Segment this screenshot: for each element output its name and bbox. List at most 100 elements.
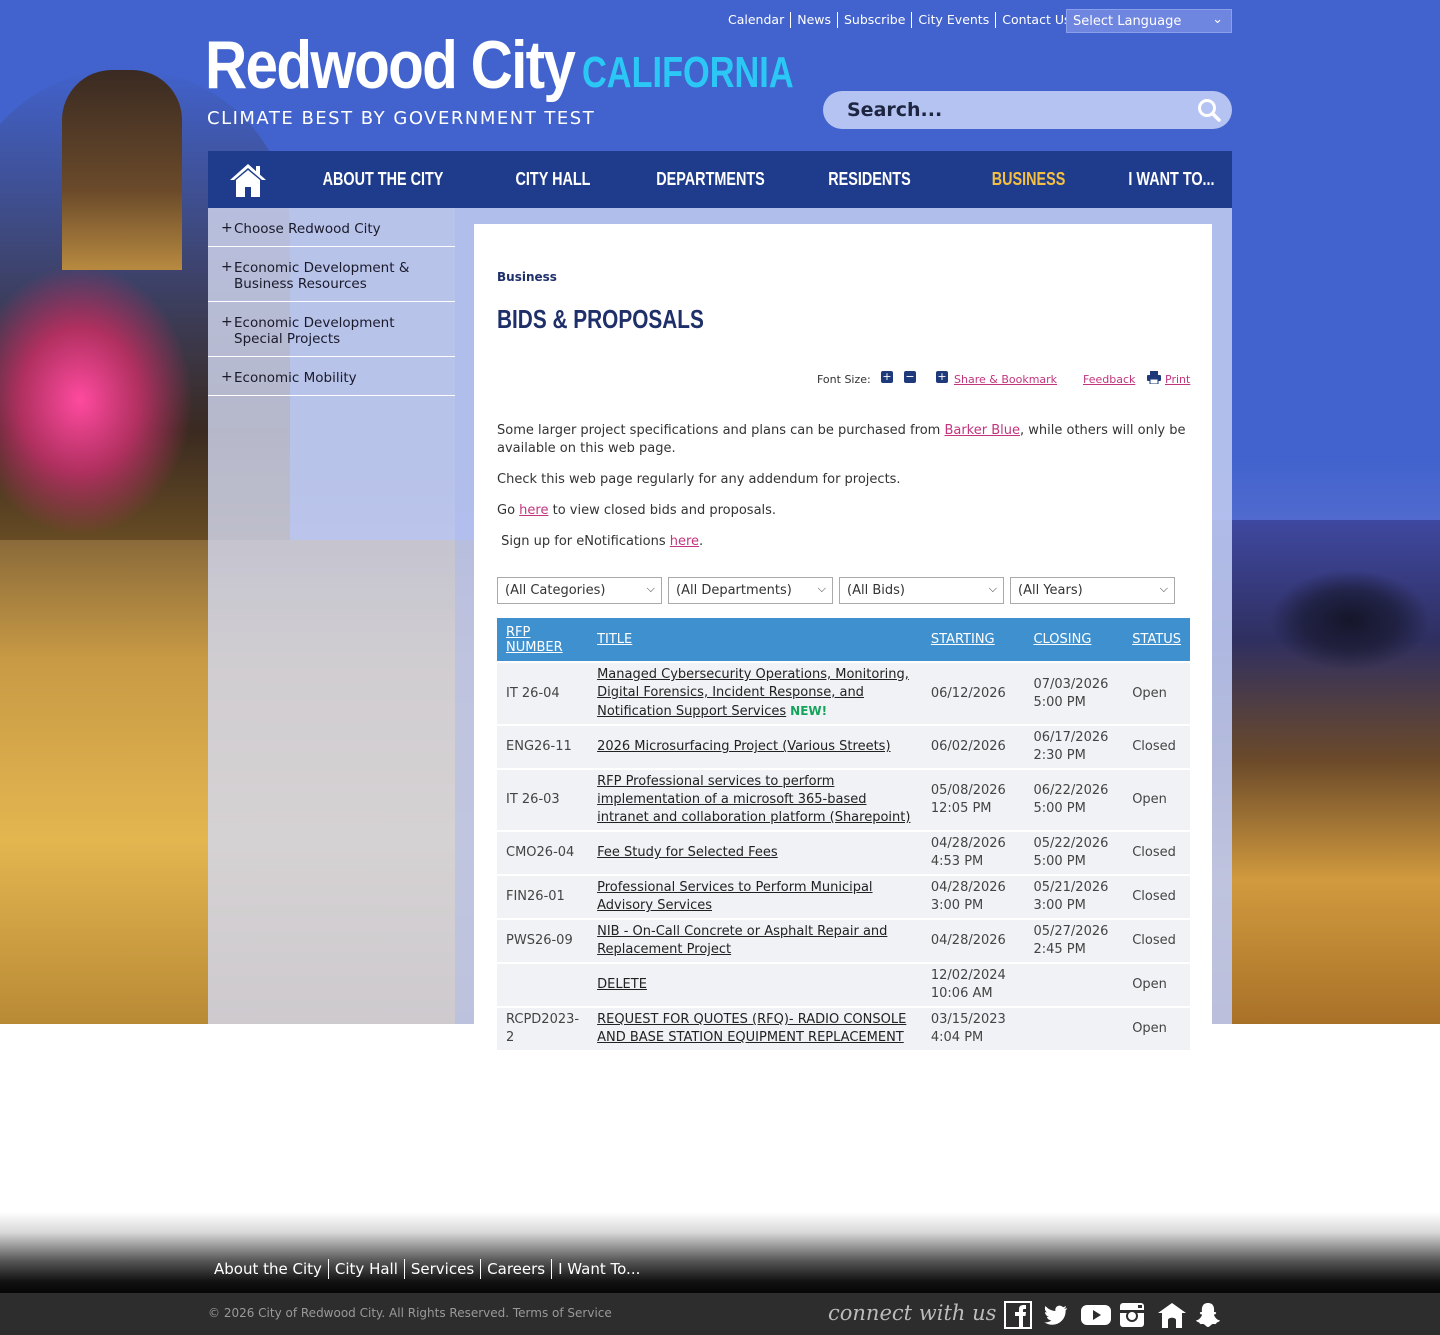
utility-link-calendar[interactable]: Calendar: [728, 12, 790, 28]
chevron-down-icon: ⌵: [988, 582, 997, 595]
close-time: 3:00 PM: [1033, 898, 1086, 913]
footer-gradient: [0, 1212, 1440, 1294]
footer-link-careers[interactable]: Careers: [480, 1259, 551, 1279]
bid-title-link[interactable]: NIB - On-Call Concrete or Asphalt Repair…: [597, 924, 887, 957]
cell-status: Closed: [1123, 724, 1190, 769]
breadcrumb[interactable]: Business: [497, 270, 557, 284]
cell-closing: 05/22/2026 5:00 PM: [1024, 830, 1124, 875]
closed-bids-link[interactable]: here: [519, 503, 548, 518]
bid-title-link[interactable]: RFP Professional services to perform imp…: [597, 774, 910, 825]
nav-city-hall[interactable]: CITY HALL: [493, 169, 613, 190]
cell-title: NIB - On-Call Concrete or Asphalt Repair…: [588, 918, 922, 963]
intro-paragraph-3: Go here to view closed bids and proposal…: [497, 502, 1187, 520]
bid-title-link[interactable]: Professional Services to Perform Municip…: [597, 880, 872, 913]
snapchat-icon[interactable]: [1194, 1301, 1222, 1329]
sidebar-item-economic-mobility[interactable]: + Economic Mobility: [208, 357, 455, 396]
cell-rfp-number: IT 26-03: [497, 768, 589, 831]
header-title[interactable]: TITLE: [588, 618, 922, 662]
cell-starting: 12/02/2024 10:06 AM: [921, 962, 1025, 1007]
bid-title-link[interactable]: Fee Study for Selected Fees: [597, 845, 778, 860]
bid-title-link[interactable]: 2026 Microsurfacing Project (Various Str…: [597, 739, 890, 754]
year-select[interactable]: (All Years) ⌵: [1010, 577, 1175, 604]
bids-table: RFP NUMBER TITLE STARTING CLOSING STATUS…: [497, 618, 1190, 1050]
nav-i-want-to[interactable]: I WANT TO...: [1123, 169, 1220, 190]
utility-link-news[interactable]: News: [790, 12, 837, 28]
utility-link-city-events[interactable]: City Events: [911, 12, 995, 28]
nextdoor-icon[interactable]: [1156, 1301, 1186, 1329]
instagram-icon[interactable]: [1118, 1301, 1146, 1329]
barker-blue-link[interactable]: Barker Blue: [944, 423, 1020, 438]
bid-title-link[interactable]: Managed Cybersecurity Operations, Monito…: [597, 667, 909, 719]
cell-closing: 06/17/2026 2:30 PM: [1024, 724, 1124, 769]
cell-rfp-number: ENG26-11: [497, 724, 589, 769]
category-select-value: (All Categories): [505, 583, 606, 598]
start-time: 10:06 AM: [930, 986, 993, 1001]
page-title: BIDS & PROPOSALS: [497, 304, 704, 334]
cell-title: Managed Cybersecurity Operations, Monito…: [588, 661, 922, 725]
bid-title-link[interactable]: REQUEST FOR QUOTES (RFQ)- RADIO CONSOLE …: [597, 1012, 906, 1045]
cell-title: RFP Professional services to perform imp…: [588, 768, 922, 831]
header-label: STARTING: [930, 632, 995, 647]
nav-business[interactable]: BUSINESS: [963, 169, 1095, 190]
header-status[interactable]: STATUS: [1123, 618, 1190, 662]
intro-text: Sign up for eNotifications: [497, 534, 670, 549]
nav-about-the-city[interactable]: ABOUT THE CITY: [307, 169, 459, 190]
start-time: 12:05 PM: [930, 801, 992, 816]
sidebar-item-choose-redwood-city[interactable]: + Choose Redwood City: [208, 208, 455, 247]
bid-title-link[interactable]: DELETE: [597, 977, 647, 992]
social-links: [1004, 1301, 1222, 1329]
main-nav: ABOUT THE CITY CITY HALL DEPARTMENTS RES…: [208, 151, 1232, 208]
twitter-icon[interactable]: [1042, 1301, 1070, 1329]
feedback-link[interactable]: Feedback: [1083, 373, 1135, 386]
language-select[interactable]: Select Language ⌄: [1066, 9, 1232, 33]
home-icon[interactable]: [208, 151, 288, 208]
facebook-icon[interactable]: [1004, 1301, 1032, 1329]
utility-link-subscribe[interactable]: Subscribe: [837, 12, 911, 28]
new-badge: NEW!: [790, 704, 828, 718]
print-link[interactable]: Print: [1165, 373, 1190, 386]
footer-links: About the City City Hall Services Career…: [208, 1259, 646, 1279]
nav-departments[interactable]: DEPARTMENTS: [645, 169, 777, 190]
table-row: CMO26-04 Fee Study for Selected Fees 04/28…: [497, 830, 1190, 875]
header-rfp-number[interactable]: RFP NUMBER: [497, 618, 589, 662]
plus-icon: +: [221, 259, 233, 275]
utility-link-contact-us[interactable]: Contact Us: [995, 12, 1076, 28]
category-select[interactable]: (All Categories) ⌵: [497, 577, 662, 604]
share-bookmark-link[interactable]: Share & Bookmark: [954, 373, 1057, 386]
close-time: 5:00 PM: [1033, 854, 1086, 869]
sidebar-item-label: Choose Redwood City: [234, 221, 381, 237]
sidebar-item-special-projects[interactable]: + Economic Development Special Projects: [208, 302, 455, 357]
start-time: 4:04 PM: [930, 1030, 984, 1045]
bids-select[interactable]: (All Bids) ⌵: [839, 577, 1004, 604]
cell-status: Open: [1123, 768, 1190, 831]
start-date: 12/02/2024: [930, 968, 1006, 983]
sidebar-item-economic-development[interactable]: + Economic Development & Business Resour…: [208, 247, 455, 302]
department-select[interactable]: (All Departments) ⌵: [668, 577, 833, 604]
chevron-down-icon: ⌵: [646, 582, 655, 595]
logo-city-name[interactable]: Redwood City: [205, 26, 576, 104]
search-icon[interactable]: [1196, 97, 1222, 123]
footer-link-city-hall[interactable]: City Hall: [327, 1259, 404, 1279]
youtube-icon[interactable]: [1080, 1301, 1111, 1329]
font-size-label: Font Size:: [817, 373, 871, 386]
start-date: 04/28/2026: [930, 836, 1006, 851]
enotifications-link[interactable]: here: [670, 534, 699, 549]
font-increase-button[interactable]: +: [881, 371, 893, 383]
cell-status: Closed: [1123, 918, 1190, 963]
header-starting[interactable]: STARTING: [921, 618, 1025, 662]
search-input[interactable]: [823, 91, 1163, 129]
footer-link-services[interactable]: Services: [403, 1259, 480, 1279]
footer-link-i-want-to[interactable]: I Want To...: [551, 1259, 646, 1279]
share-icon: +: [936, 370, 948, 383]
copyright: © 2026 City of Redwood City. All Rights …: [208, 1306, 612, 1320]
footer-link-about[interactable]: About the City: [208, 1259, 328, 1279]
nav-residents[interactable]: RESIDENTS: [808, 169, 930, 190]
font-decrease-button[interactable]: −: [904, 371, 916, 383]
cell-rfp-number: RCPD2023-2: [497, 1006, 589, 1050]
close-date: 06/22/2026: [1033, 783, 1109, 798]
logo-state: CALIFORNIA: [582, 48, 794, 97]
table-row: RCPD2023-2 REQUEST FOR QUOTES (RFQ)- RADI…: [497, 1006, 1190, 1050]
close-time: 5:00 PM: [1033, 801, 1086, 816]
header-closing[interactable]: CLOSING: [1024, 618, 1124, 662]
header-label: STATUS: [1132, 632, 1181, 647]
